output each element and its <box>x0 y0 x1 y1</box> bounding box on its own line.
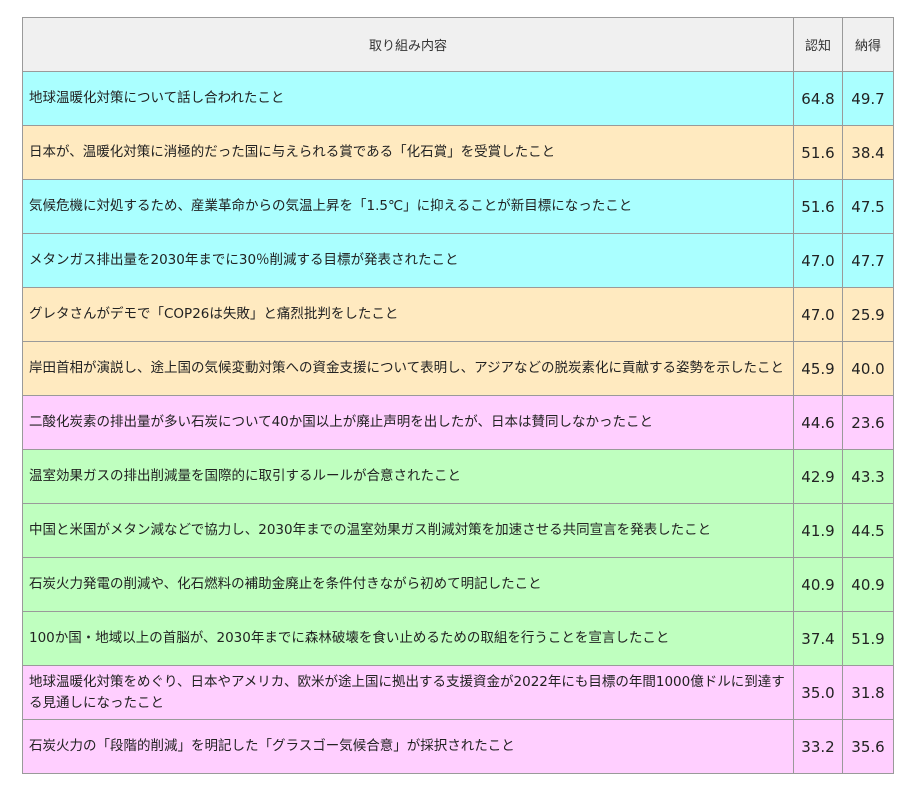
row-item: 気候危機に対処するため、産業革命からの気温上昇を「1.5℃」に抑えることが新目標… <box>22 179 794 234</box>
row-item: 地球温暖化対策について話し合われたこと <box>22 71 794 126</box>
row-recognition: 45.9 <box>793 341 843 396</box>
row-recognition: 35.0 <box>793 665 843 720</box>
row-recognition: 37.4 <box>793 611 843 666</box>
row-item: 温室効果ガスの排出削減量を国際的に取引するルールが合意されたこと <box>22 449 794 504</box>
row-agreement: 38.4 <box>842 125 894 180</box>
header-recognition: 認知 <box>793 17 843 72</box>
row-recognition: 42.9 <box>793 449 843 504</box>
row-recognition: 64.8 <box>793 71 843 126</box>
row-agreement: 31.8 <box>842 665 894 720</box>
row-item: 地球温暖化対策をめぐり、日本やアメリカ、欧米が途上国に拠出する支援資金が2022… <box>22 665 794 720</box>
row-item: 中国と米国がメタン減などで協力し、2030年までの温室効果ガス削減対策を加速させ… <box>22 503 794 558</box>
row-item: 100か国・地域以上の首脳が、2030年までに森林破壊を食い止めるための取組を行… <box>22 611 794 666</box>
table-row: 石炭火力発電の削減や、化石燃料の補助金廃止を条件付きながら初めて明記したこと 4… <box>22 557 894 612</box>
row-agreement: 35.6 <box>842 719 894 774</box>
row-recognition: 51.6 <box>793 179 843 234</box>
row-item: 日本が、温暖化対策に消極的だった国に与えられる賞である「化石賞」を受賞したこと <box>22 125 794 180</box>
row-agreement: 51.9 <box>842 611 894 666</box>
row-agreement: 44.5 <box>842 503 894 558</box>
row-recognition: 44.6 <box>793 395 843 450</box>
row-recognition: 33.2 <box>793 719 843 774</box>
row-agreement: 40.0 <box>842 341 894 396</box>
row-agreement: 40.9 <box>842 557 894 612</box>
table-row: 石炭火力の「段階的削減」を明記した「グラスゴー気候合意」が採択されたこと 33.… <box>22 719 894 774</box>
row-recognition: 47.0 <box>793 287 843 342</box>
table-row: 気候危機に対処するため、産業革命からの気温上昇を「1.5℃」に抑えることが新目標… <box>22 179 894 234</box>
row-agreement: 47.7 <box>842 233 894 288</box>
row-agreement: 25.9 <box>842 287 894 342</box>
row-agreement: 23.6 <box>842 395 894 450</box>
table-row: 二酸化炭素の排出量が多い石炭について40か国以上が廃止声明を出したが、日本は賛同… <box>22 395 894 450</box>
table-body: 地球温暖化対策について話し合われたこと 64.8 49.7 日本が、温暖化対策に… <box>22 71 894 774</box>
row-agreement: 49.7 <box>842 71 894 126</box>
row-recognition: 47.0 <box>793 233 843 288</box>
table-row: 日本が、温暖化対策に消極的だった国に与えられる賞である「化石賞」を受賞したこと … <box>22 125 894 180</box>
row-item: 石炭火力の「段階的削減」を明記した「グラスゴー気候合意」が採択されたこと <box>22 719 794 774</box>
row-recognition: 40.9 <box>793 557 843 612</box>
table-row: メタンガス排出量を2030年までに30％削減する目標が発表されたこと 47.0 … <box>22 233 894 288</box>
table-row: 温室効果ガスの排出削減量を国際的に取引するルールが合意されたこと 42.9 43… <box>22 449 894 504</box>
table-row: 地球温暖化対策をめぐり、日本やアメリカ、欧米が途上国に拠出する支援資金が2022… <box>22 665 894 720</box>
row-recognition: 41.9 <box>793 503 843 558</box>
table-row: 岸田首相が演説し、途上国の気候変動対策への資金支援について表明し、アジアなどの脱… <box>22 341 894 396</box>
survey-table: 取り組み内容 認知 納得 地球温暖化対策について話し合われたこと 64.8 49… <box>22 17 894 774</box>
row-agreement: 47.5 <box>842 179 894 234</box>
row-item: 岸田首相が演説し、途上国の気候変動対策への資金支援について表明し、アジアなどの脱… <box>22 341 794 396</box>
table-row: グレタさんがデモで「COP26は失敗」と痛烈批判をしたこと 47.0 25.9 <box>22 287 894 342</box>
table-header: 取り組み内容 認知 納得 <box>22 17 894 72</box>
row-item: 石炭火力発電の削減や、化石燃料の補助金廃止を条件付きながら初めて明記したこと <box>22 557 794 612</box>
table-row: 中国と米国がメタン減などで協力し、2030年までの温室効果ガス削減対策を加速させ… <box>22 503 894 558</box>
row-agreement: 43.3 <box>842 449 894 504</box>
header-item: 取り組み内容 <box>22 17 794 72</box>
row-item: メタンガス排出量を2030年までに30％削減する目標が発表されたこと <box>22 233 794 288</box>
table-row: 地球温暖化対策について話し合われたこと 64.8 49.7 <box>22 71 894 126</box>
row-item: 二酸化炭素の排出量が多い石炭について40か国以上が廃止声明を出したが、日本は賛同… <box>22 395 794 450</box>
table-row: 100か国・地域以上の首脳が、2030年までに森林破壊を食い止めるための取組を行… <box>22 611 894 666</box>
row-item: グレタさんがデモで「COP26は失敗」と痛烈批判をしたこと <box>22 287 794 342</box>
row-recognition: 51.6 <box>793 125 843 180</box>
header-agreement: 納得 <box>842 17 894 72</box>
